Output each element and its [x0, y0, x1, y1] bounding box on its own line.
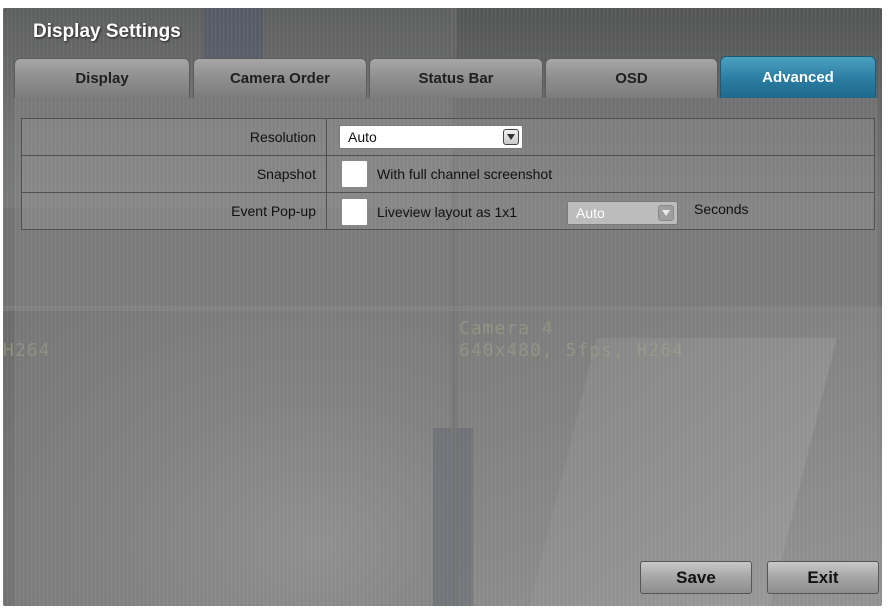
- tab-display[interactable]: Display: [14, 58, 190, 98]
- save-button[interactable]: Save: [640, 561, 752, 594]
- tab-status-bar[interactable]: Status Bar: [369, 58, 543, 98]
- window-title: Display Settings: [33, 21, 181, 42]
- event-popup-unit-label: Seconds: [694, 201, 749, 217]
- tab-osd[interactable]: OSD: [545, 58, 718, 98]
- resolution-label: Resolution: [249, 129, 316, 145]
- snapshot-label: Snapshot: [256, 166, 316, 182]
- tab-advanced[interactable]: Advanced: [720, 56, 876, 98]
- tab-camera-order[interactable]: Camera Order: [193, 58, 367, 98]
- row-divider: [326, 156, 327, 192]
- event-popup-row: Event Pop-up Liveview layout as 1x1 Auto…: [21, 192, 875, 230]
- event-popup-label: Event Pop-up: [231, 203, 316, 219]
- snapshot-row: Snapshot With full channel screenshot: [21, 155, 875, 193]
- chevron-down-icon[interactable]: [503, 129, 519, 145]
- camera-feed-detail: [203, 8, 263, 60]
- tab-bar: Display Camera Order Status Bar OSD Adva…: [14, 56, 878, 98]
- resolution-select[interactable]: Auto: [339, 125, 523, 149]
- chevron-down-icon[interactable]: [658, 205, 674, 221]
- exit-button[interactable]: Exit: [767, 561, 879, 594]
- display-settings-window: H264 Camera 4 640x480, 5fps, H264 Displa…: [3, 8, 882, 606]
- snapshot-checkbox[interactable]: [341, 160, 368, 188]
- row-divider: [326, 193, 327, 229]
- resolution-row: Resolution Auto: [21, 118, 875, 156]
- resolution-value: Auto: [348, 129, 377, 145]
- event-popup-duration-select[interactable]: Auto: [567, 201, 678, 225]
- event-popup-option-label: Liveview layout as 1x1: [377, 204, 518, 220]
- row-divider: [326, 119, 327, 155]
- event-popup-duration-value: Auto: [576, 205, 605, 221]
- event-popup-checkbox[interactable]: [341, 198, 368, 226]
- snapshot-option-label: With full channel screenshot: [377, 166, 553, 182]
